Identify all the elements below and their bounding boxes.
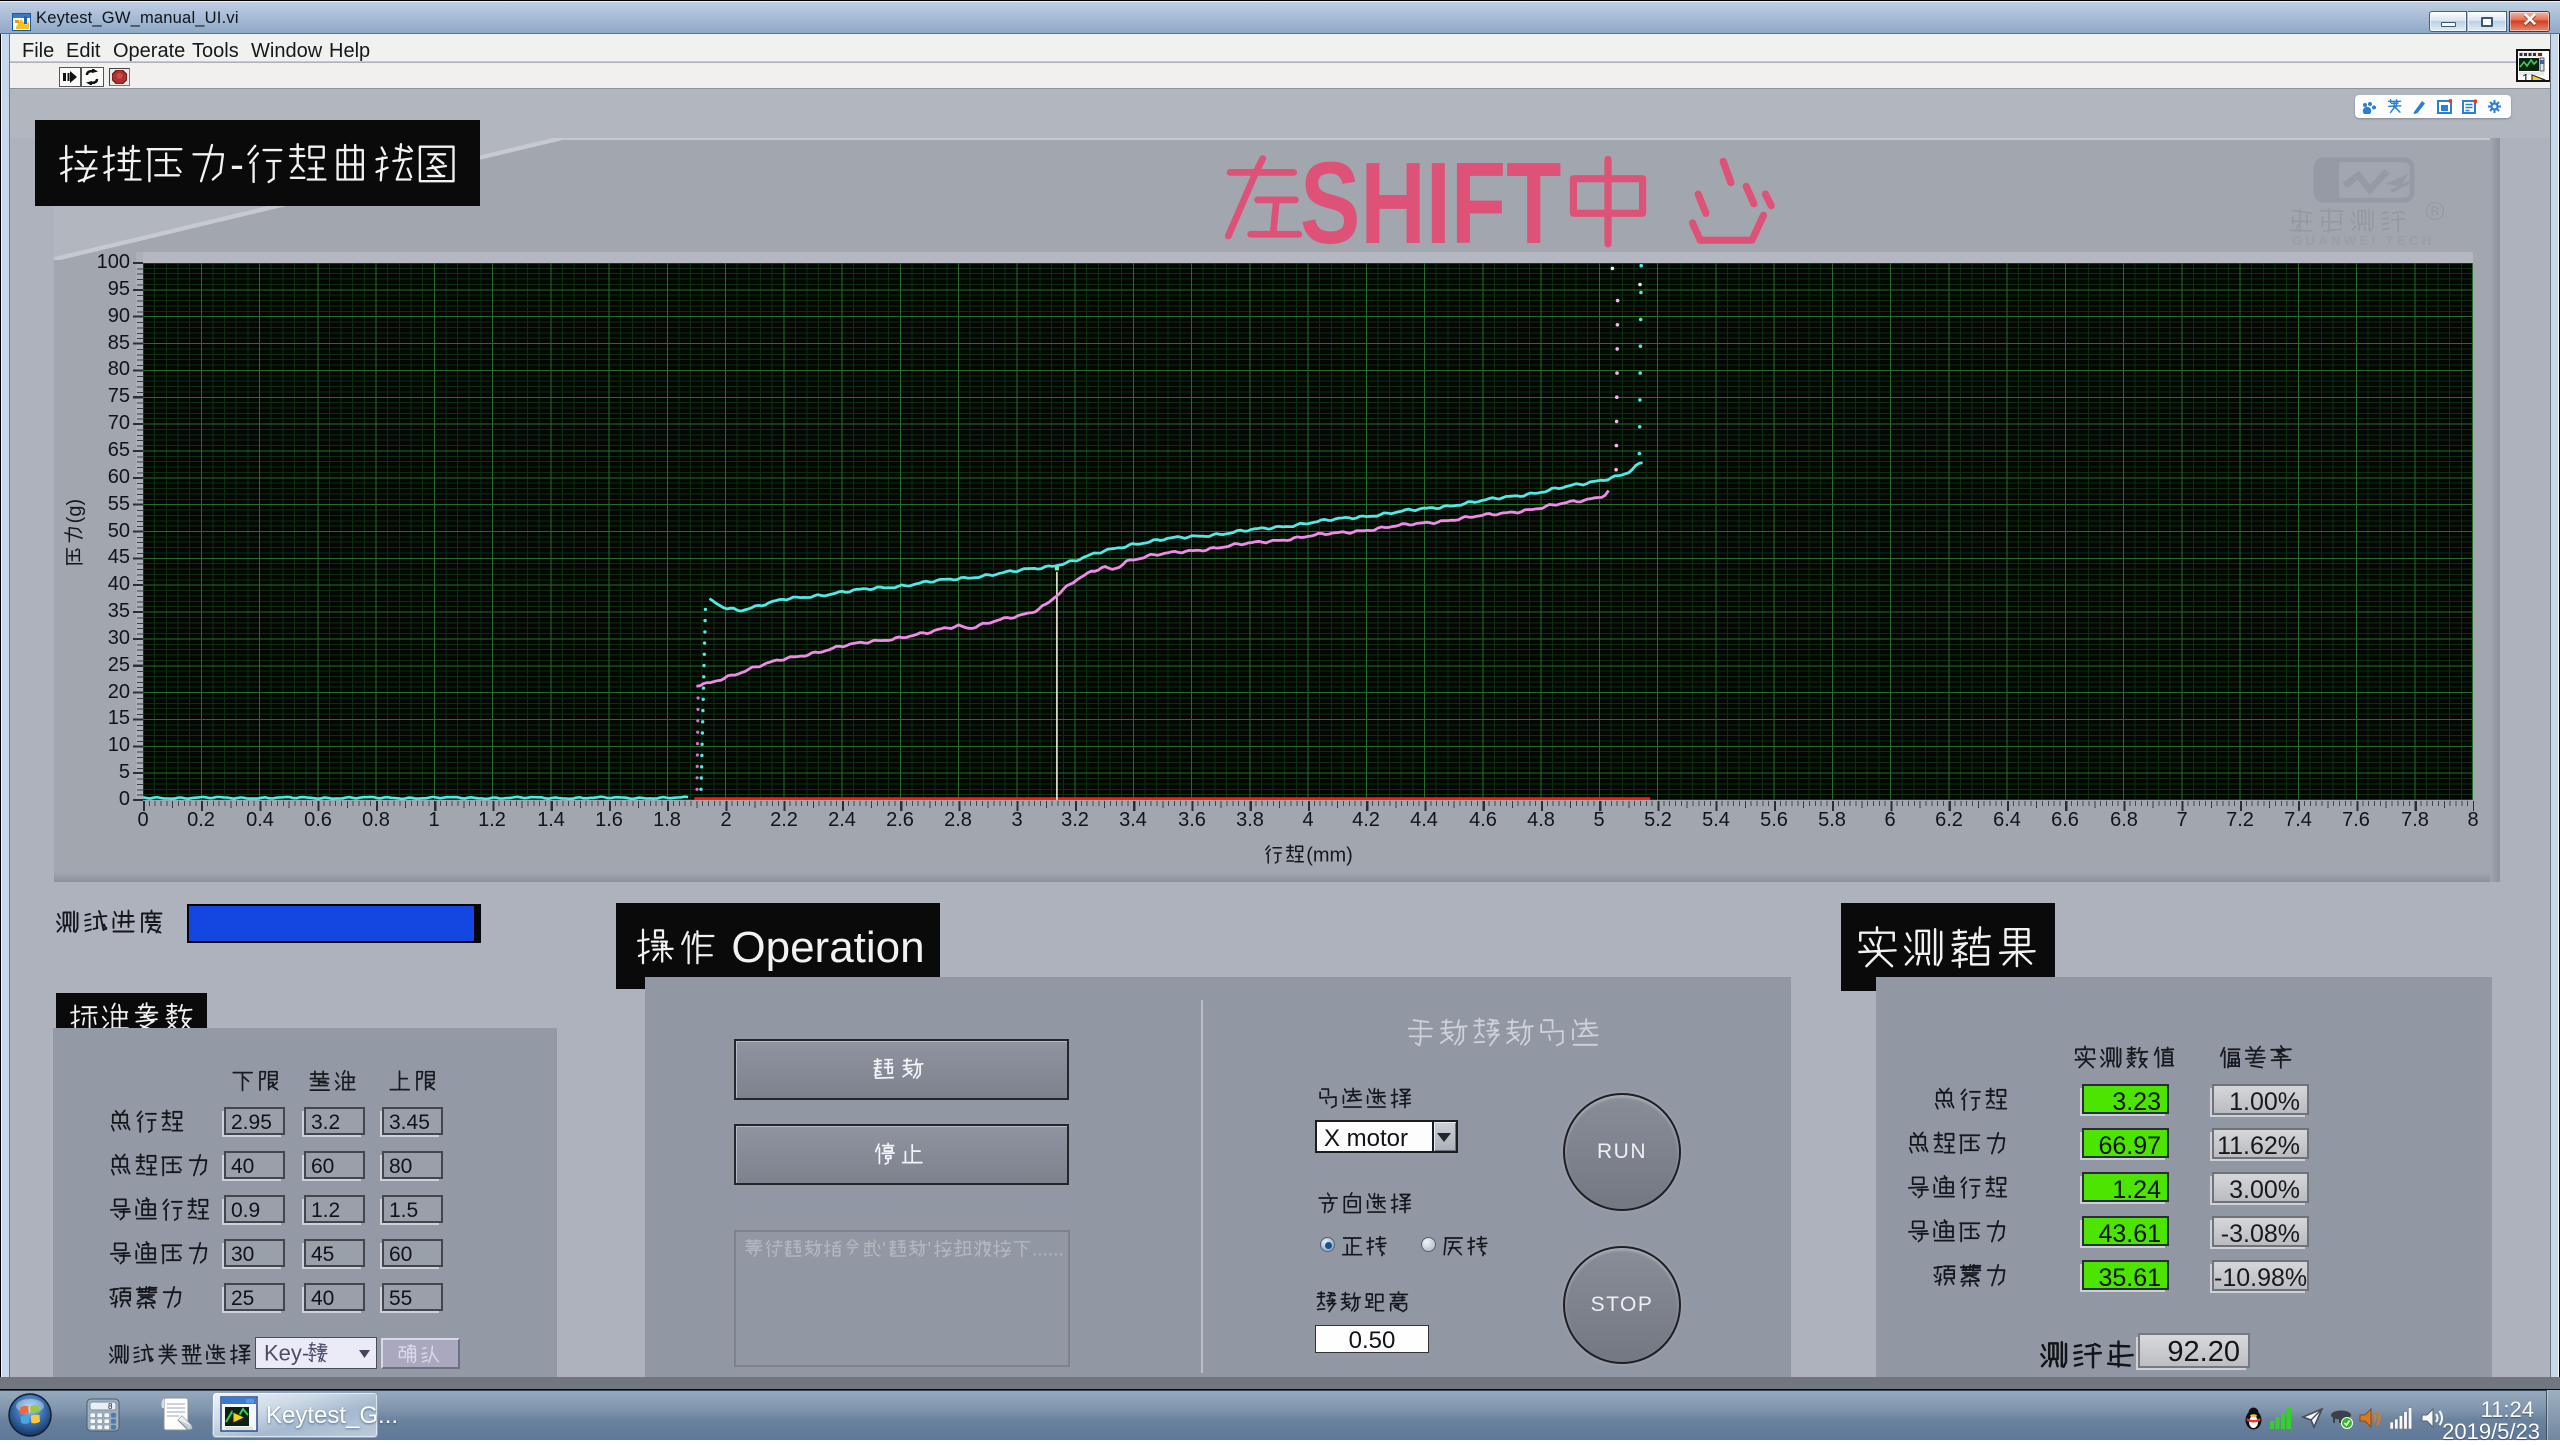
svg-text:1: 1 [2522,71,2529,80]
svg-text:Operation: Operation [731,923,924,972]
svg-text:......: ...... [1032,1240,1064,1261]
svg-text:Key-: Key- [264,1341,309,1366]
svg-text:(mm): (mm) [1306,844,1353,866]
svg-text:(g): (g) [64,499,86,523]
svg-text:-: - [230,140,244,187]
svg-text:': ' [928,1240,932,1261]
svg-text:8: 8 [108,1402,113,1411]
svg-text:': ' [882,1240,886,1261]
